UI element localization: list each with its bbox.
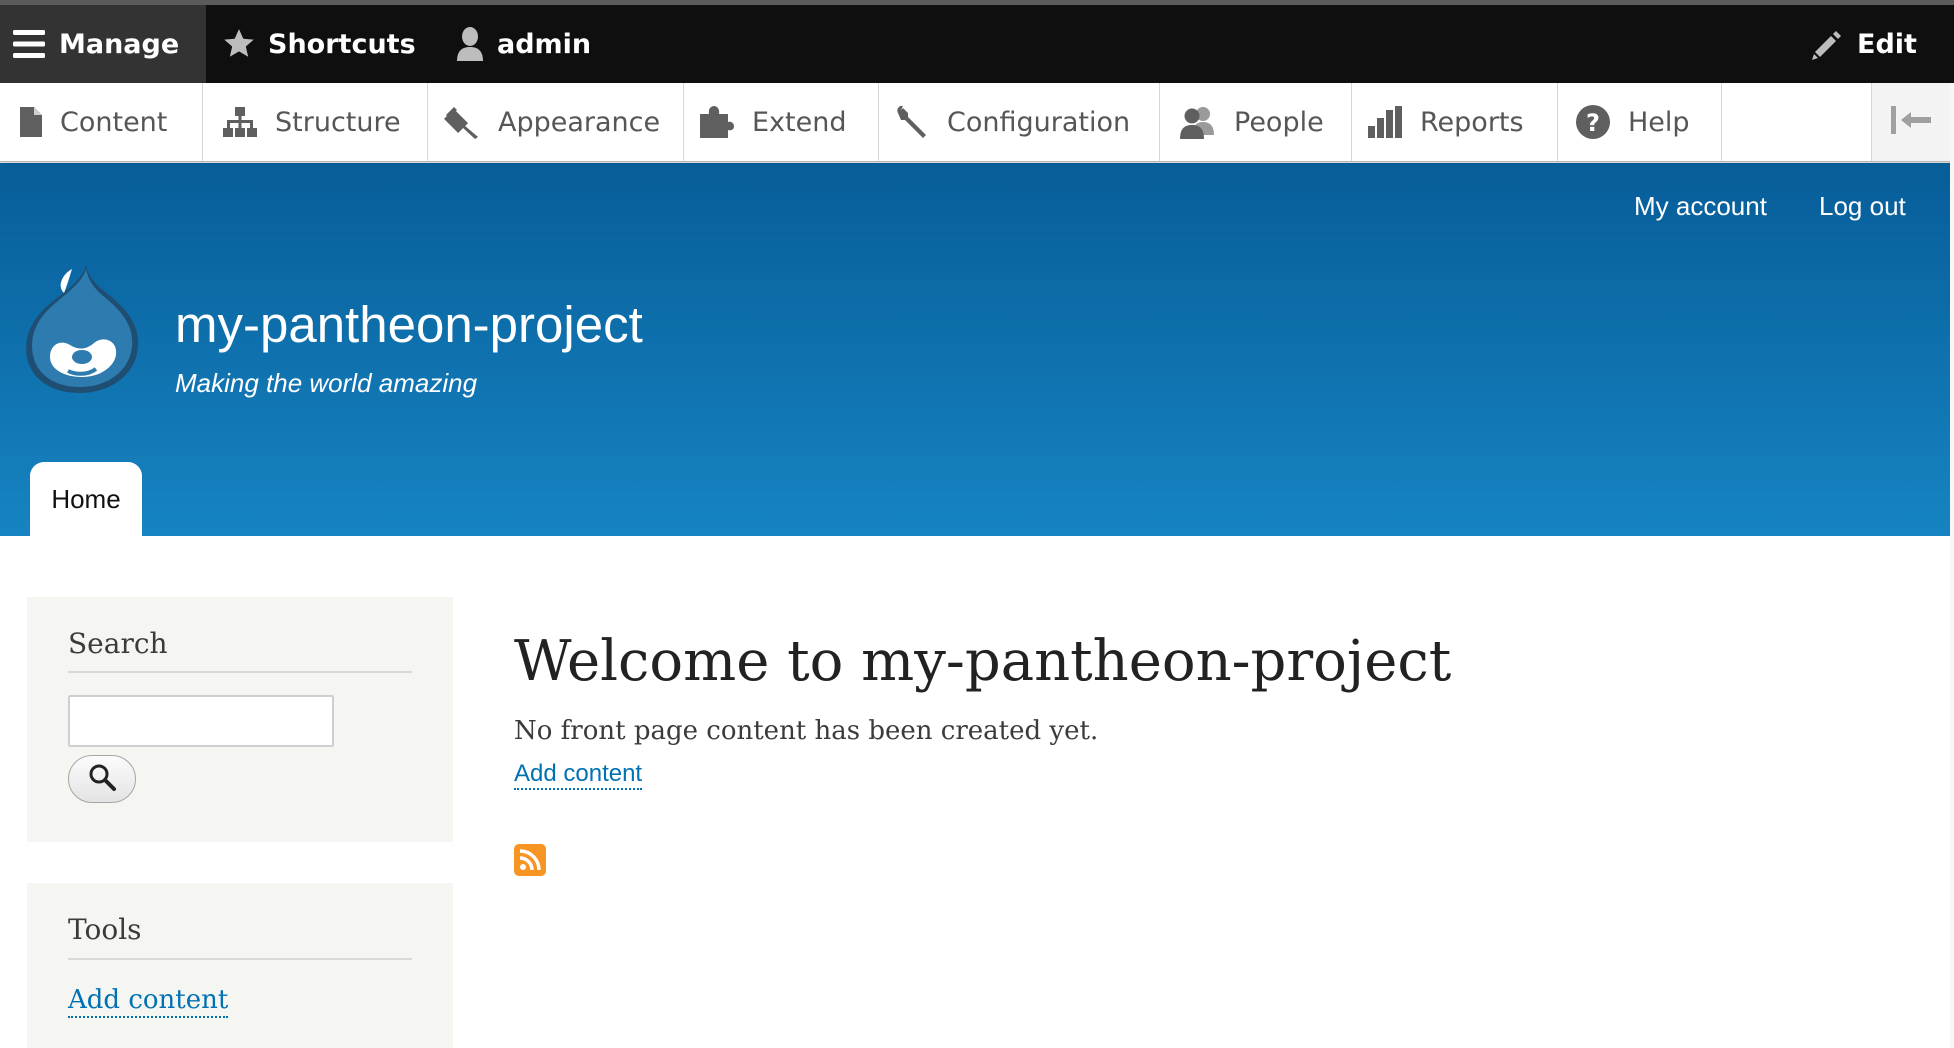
search-block-title: Search [68,627,168,660]
empty-front-page-message: No front page content has been created y… [514,716,1099,746]
page-title: Welcome to my-pantheon-project [514,629,1452,694]
site-name[interactable]: my-pantheon-project [175,292,643,358]
tray-item-configuration[interactable]: Configuration [879,83,1160,161]
tray-item-label: Content [60,106,168,138]
puzzle-icon [700,106,752,138]
log-out-link[interactable]: Log out [1819,191,1906,222]
admin-toolbar: Manage Shortcuts admin Edit [0,5,1954,83]
tray-item-label: Help [1628,106,1690,138]
search-input[interactable] [68,695,334,747]
tools-block-divider [68,958,412,960]
search-submit-button[interactable] [68,755,136,803]
tray-item-label: Extend [752,106,847,138]
site-header: My account Log out my-pantheon-project M… [0,163,1950,536]
tray-item-extend[interactable]: Extend [684,83,879,161]
wrench-icon [895,105,947,139]
tray-item-people[interactable]: People [1160,83,1352,161]
help-icon: ? [1576,105,1628,139]
rss-icon [514,849,546,880]
toolbar-manage-label: Manage [59,28,180,60]
tray-item-label: Reports [1420,106,1524,138]
tray-item-label: People [1234,106,1324,138]
site-logo[interactable] [24,265,142,397]
add-content-link[interactable]: Add content [514,760,643,790]
nav-tab-home[interactable]: Home [30,462,142,536]
toolbar-manage-tab[interactable]: Manage [0,5,206,83]
tray-item-help[interactable]: ? Help [1558,83,1722,161]
browser-page: Manage Shortcuts admin Edit Content Stru… [0,0,1954,1048]
tray-item-label: Appearance [498,106,661,138]
tray-collapse-button[interactable] [1871,83,1950,161]
tray-item-label: Configuration [947,106,1131,138]
tools-block: Tools Add content [27,883,453,1048]
toolbar-shortcuts-label: Shortcuts [268,28,416,60]
sitemap-icon [223,107,275,137]
hamburger-icon [13,29,59,59]
toolbar-tray: Content Structure Appearance Extend Conf… [0,83,1954,162]
paint-brush-icon [444,105,498,139]
people-icon [1180,105,1234,139]
tray-item-appearance[interactable]: Appearance [428,83,684,161]
search-block: Search [27,597,453,842]
site-slogan: Making the world amazing [175,368,478,398]
star-icon [222,28,268,60]
search-icon [88,763,116,795]
toolbar-edit-label: Edit [1857,28,1917,60]
toolbar-edit-button[interactable]: Edit [1811,5,1917,83]
my-account-link[interactable]: My account [1634,191,1767,222]
toolbar-user-tab[interactable]: admin [455,5,591,83]
rss-feed-button[interactable] [514,844,546,876]
collapse-arrow-icon [1891,106,1931,138]
tools-block-title: Tools [68,913,142,946]
page-right-edge [1950,83,1954,1048]
file-icon [20,107,60,137]
toolbar-user-label: admin [497,28,592,60]
tray-item-structure[interactable]: Structure [203,83,428,161]
tools-add-content-link[interactable]: Add content [68,984,229,1018]
search-block-divider [68,671,412,673]
svg-text:?: ? [1586,109,1600,137]
user-icon [455,26,497,62]
tray-item-content[interactable]: Content [0,83,203,161]
drupal-drop-logo-icon [24,265,142,397]
bar-chart-icon [1368,106,1420,138]
tray-item-reports[interactable]: Reports [1352,83,1558,161]
tray-item-label: Structure [275,106,401,138]
toolbar-shortcuts-tab[interactable]: Shortcuts [222,5,416,83]
pencil-icon [1811,28,1857,60]
